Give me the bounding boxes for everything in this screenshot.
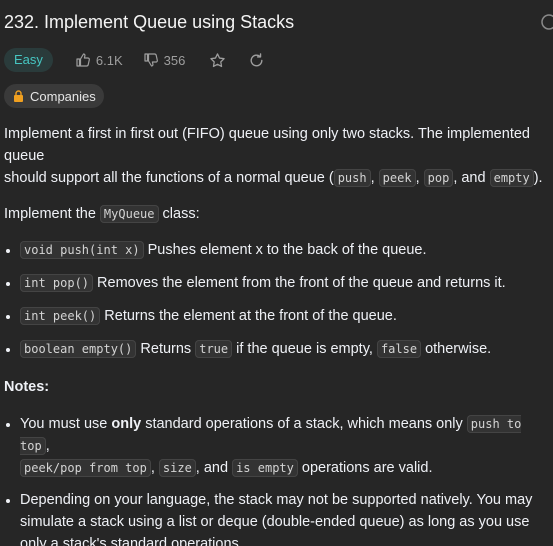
difficulty-badge: Easy: [4, 48, 53, 72]
list-item: int pop() Removes the element from the f…: [4, 272, 553, 294]
code-push: push: [333, 169, 371, 187]
list-item: Depending on your language, the stack ma…: [4, 489, 544, 546]
code-size: size: [158, 459, 196, 477]
code-false: false: [376, 340, 422, 358]
method-description: Returns: [136, 341, 196, 357]
separator: ,: [415, 170, 424, 186]
thumbs-down-icon: [144, 53, 158, 67]
note-text: Depending on your language, the stack ma…: [20, 492, 533, 546]
note-text: , and: [195, 460, 233, 476]
method-description: Pushes element x to the back of the queu…: [143, 242, 427, 258]
title-row: 232. Implement Queue using Stacks: [4, 10, 553, 34]
code-method: int pop(): [20, 274, 94, 292]
method-description: Returns the element at the front of the …: [100, 308, 397, 324]
implement-text: Implement the: [4, 206, 100, 222]
companies-tag[interactable]: Companies: [4, 84, 104, 108]
methods-list: void push(int x) Pushes element x to the…: [4, 239, 553, 360]
dislike-count: 356: [163, 52, 186, 68]
code-true: true: [195, 340, 233, 358]
problem-description: Implement a first in first out (FIFO) qu…: [4, 123, 553, 546]
code-peek: peek: [378, 169, 416, 187]
problem-title: 232. Implement Queue using Stacks: [4, 12, 295, 32]
intro-text: Implement a first in first out (FIFO) qu…: [4, 126, 530, 164]
method-description: otherwise.: [421, 341, 492, 357]
refresh-icon: [250, 52, 263, 66]
note-text: You must use: [20, 416, 112, 432]
dislike-button[interactable]: 356: [143, 52, 186, 68]
note-text: operations are valid.: [297, 460, 433, 476]
implement-paragraph: Implement the MyQueue class:: [4, 203, 553, 225]
code-empty: empty: [489, 169, 534, 187]
list-item: void push(int x) Pushes element x to the…: [4, 239, 553, 261]
notes-list: You must use only standard operations of…: [4, 413, 553, 546]
list-item: You must use only standard operations of…: [4, 413, 549, 479]
code-method: boolean empty(): [20, 340, 137, 358]
implement-text-end: class:: [158, 206, 200, 222]
lock-icon: [14, 90, 23, 102]
expand-icon[interactable]: [539, 12, 553, 32]
intro-paragraph: Implement a first in first out (FIFO) qu…: [4, 123, 553, 189]
list-item: int peek() Returns the element at the fr…: [4, 305, 553, 327]
code-pop: pop: [423, 169, 454, 187]
thumbs-up-icon: [76, 53, 90, 67]
share-button[interactable]: [248, 52, 265, 69]
meta-row: Easy 6.1K 356: [4, 48, 265, 72]
note-bold: only: [111, 416, 142, 432]
code-method: int peek(): [20, 307, 101, 325]
code-myqueue: MyQueue: [99, 205, 159, 223]
code-method: void push(int x): [20, 241, 144, 259]
method-description: Removes the element from the front of th…: [93, 275, 506, 291]
note-text: ,: [150, 460, 159, 476]
notes-heading: Notes:: [4, 379, 50, 395]
note-text: ,: [45, 438, 50, 454]
separator: , and: [453, 170, 490, 186]
note-text: standard operations of a stack, which me…: [141, 416, 467, 432]
like-count: 6.1K: [95, 52, 123, 68]
code-peek-pop: peek/pop from top: [20, 459, 151, 477]
separator: ,: [370, 170, 379, 186]
star-icon: [210, 52, 226, 67]
intro-end: ).: [533, 170, 543, 186]
list-item: boolean empty() Returns true if the queu…: [4, 338, 553, 360]
code-is-empty: is empty: [232, 459, 298, 477]
method-description: if the queue is empty,: [232, 341, 377, 357]
favorite-button[interactable]: [209, 52, 226, 69]
companies-label: Companies: [30, 88, 96, 104]
intro-text-2: should support all the functions of a no…: [4, 170, 334, 186]
like-button[interactable]: 6.1K: [75, 52, 123, 68]
